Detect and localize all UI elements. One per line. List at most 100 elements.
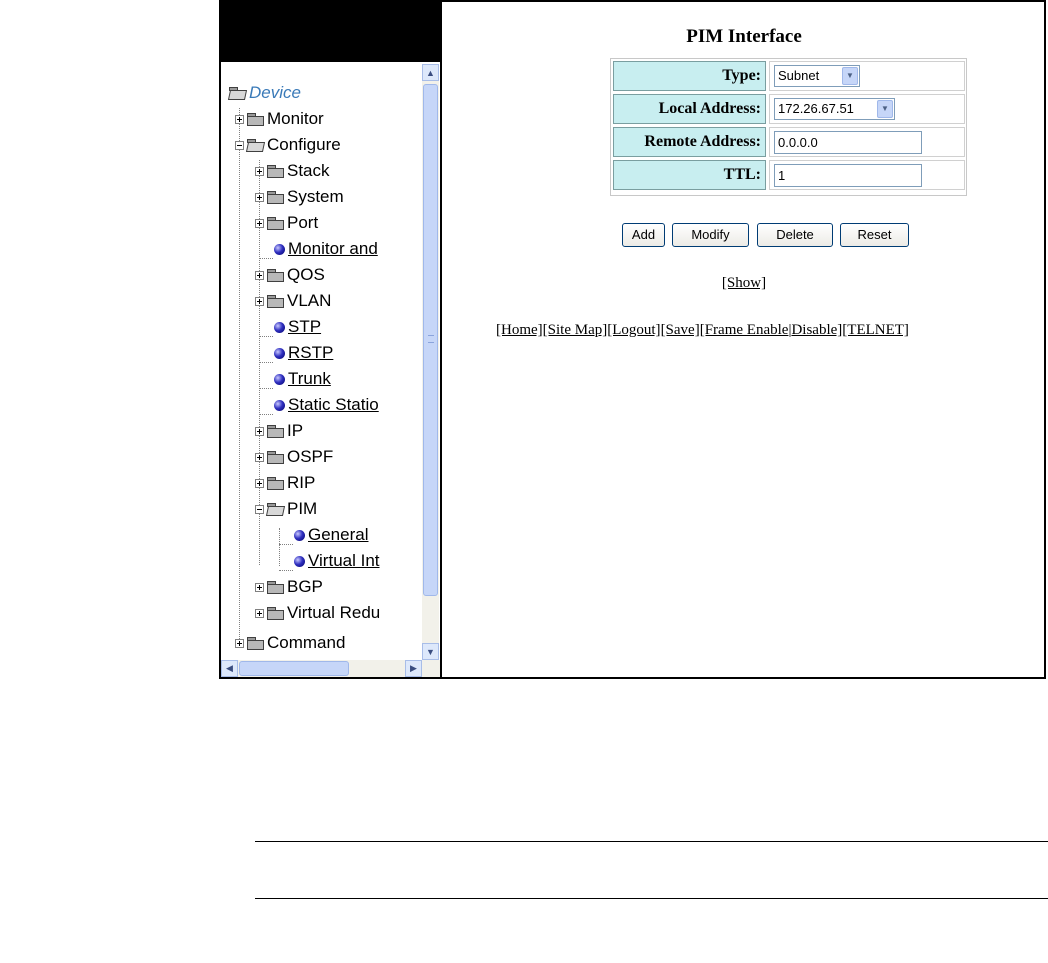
tree-node-ip[interactable]: IP <box>255 418 303 444</box>
tree-node-monitor-and[interactable]: Monitor and <box>273 236 378 262</box>
show-link[interactable]: [Show] <box>722 275 766 291</box>
expand-icon[interactable] <box>255 478 264 488</box>
remote-address-label: Remote Address: <box>613 127 766 157</box>
chevron-down-icon[interactable]: ▼ <box>877 100 893 118</box>
tree-node-label: RSTP <box>288 343 334 362</box>
bullet-icon <box>274 399 285 411</box>
local-address-select[interactable]: 172.26.67.51 ▼ <box>774 98 895 120</box>
tree-node-stp[interactable]: STP <box>273 314 321 340</box>
folder-icon <box>247 112 264 126</box>
tree-node-vlan[interactable]: VLAN <box>255 288 331 314</box>
tree-node-configure[interactable]: Configure <box>235 132 341 158</box>
tree-node-label: General <box>308 525 369 544</box>
expand-icon[interactable] <box>255 452 264 462</box>
tree-node-pim-virtual-interface[interactable]: Virtual Int <box>293 548 380 574</box>
folder-open-icon <box>267 502 284 516</box>
modify-button[interactable]: Modify <box>672 223 749 247</box>
tree-node-pim[interactable]: PIM <box>255 496 317 522</box>
expand-icon[interactable] <box>255 608 264 618</box>
tree-node-label: PIM <box>287 499 318 518</box>
tree-node-system[interactable]: System <box>255 184 344 210</box>
show-link-row: [Show] <box>444 275 1044 292</box>
tree-node-virtual-redundancy[interactable]: Virtual Redu <box>255 600 380 626</box>
logout-link[interactable]: [Logout] <box>607 322 660 338</box>
expand-icon[interactable] <box>255 166 264 176</box>
folder-icon <box>267 164 284 178</box>
type-cell: Subnet ▼ <box>769 61 965 91</box>
expand-icon[interactable] <box>255 426 264 436</box>
expand-icon[interactable] <box>255 218 264 228</box>
tree-node-label: VLAN <box>287 291 332 310</box>
ttl-label: TTL: <box>613 160 766 190</box>
delete-button[interactable]: Delete <box>757 223 833 247</box>
tree-node-label: Virtual Int <box>308 551 380 570</box>
expand-icon[interactable] <box>255 192 264 202</box>
local-address-cell: 172.26.67.51 ▼ <box>769 94 965 124</box>
ttl-cell: 1 <box>769 160 965 190</box>
frame-enable-link[interactable]: [Frame Enable <box>700 322 789 338</box>
scrollbar-corner <box>422 660 440 677</box>
expand-icon[interactable] <box>235 114 244 124</box>
tree-node-trunk[interactable]: Trunk <box>273 366 331 392</box>
ttl-input[interactable]: 1 <box>774 164 922 187</box>
type-select-value: Subnet <box>778 68 820 83</box>
tree-node-label: Configure <box>267 135 341 154</box>
tree-node-label: Port <box>287 213 319 232</box>
save-link[interactable]: [Save] <box>661 322 700 338</box>
collapse-icon[interactable] <box>235 140 244 150</box>
expand-icon[interactable] <box>255 270 264 280</box>
tree-node-label: Monitor <box>267 109 324 128</box>
local-address-label: Local Address: <box>613 94 766 124</box>
collapse-icon[interactable] <box>255 504 264 514</box>
tree-node-rstp[interactable]: RSTP <box>273 340 333 366</box>
chevron-down-icon[interactable]: ▼ <box>842 67 858 85</box>
tree-node-label: STP <box>288 317 322 336</box>
scroll-right-icon[interactable]: ▶ <box>405 660 422 677</box>
frame-disable-link[interactable]: Disable] <box>791 322 842 338</box>
remote-address-cell: 0.0.0.0 <box>769 127 965 157</box>
expand-icon[interactable] <box>255 296 264 306</box>
nav-panel: Device Monitor Configure Stack System Po… <box>221 2 442 677</box>
folder-icon <box>267 450 284 464</box>
type-select[interactable]: Subnet ▼ <box>774 65 860 87</box>
tree-node-pim-general[interactable]: General <box>293 522 368 548</box>
folder-icon <box>267 476 284 490</box>
folder-icon <box>267 294 284 308</box>
vertical-scrollbar[interactable]: ▲ ▼ <box>422 64 439 660</box>
folder-open-icon <box>247 138 264 152</box>
divider-line <box>255 898 1048 899</box>
tree-node-bgp[interactable]: BGP <box>255 574 323 600</box>
footer-links: [Home][Site Map][Logout][Save][Frame Ena… <box>496 322 909 339</box>
expand-icon[interactable] <box>235 638 244 648</box>
local-address-select-value: 172.26.67.51 <box>778 101 854 116</box>
tree-node-stack[interactable]: Stack <box>255 158 330 184</box>
tree-node-label: Device <box>249 83 301 102</box>
tree-node-qos[interactable]: QOS <box>255 262 325 288</box>
home-link[interactable]: [Home] <box>496 322 543 338</box>
tree-node-ospf[interactable]: OSPF <box>255 444 333 470</box>
vertical-scroll-thumb[interactable] <box>423 84 438 596</box>
tree-node-command[interactable]: Command <box>235 630 345 656</box>
tree-node-port[interactable]: Port <box>255 210 318 236</box>
add-button[interactable]: Add <box>622 223 665 247</box>
tree-node-device[interactable]: Device <box>229 80 301 106</box>
tree-node-static-station[interactable]: Static Statio <box>273 392 379 418</box>
remote-address-input[interactable]: 0.0.0.0 <box>774 131 922 154</box>
horizontal-scroll-thumb[interactable] <box>239 661 349 676</box>
reset-button[interactable]: Reset <box>840 223 909 247</box>
folder-icon <box>267 424 284 438</box>
site-map-link[interactable]: [Site Map] <box>543 322 608 338</box>
tree-node-rip[interactable]: RIP <box>255 470 315 496</box>
horizontal-scrollbar[interactable]: ◀ ▶ <box>221 660 422 677</box>
tree-node-monitor[interactable]: Monitor <box>235 106 324 132</box>
scroll-up-icon[interactable]: ▲ <box>422 64 439 81</box>
scroll-left-icon[interactable]: ◀ <box>221 660 238 677</box>
bullet-icon <box>294 555 305 567</box>
expand-icon[interactable] <box>255 582 264 592</box>
scroll-down-icon[interactable]: ▼ <box>422 643 439 660</box>
tree-node-label: Virtual Redu <box>287 603 381 622</box>
telnet-link[interactable]: [TELNET] <box>842 322 909 338</box>
bullet-icon <box>274 321 285 333</box>
tree-node-label: System <box>287 187 344 206</box>
folder-icon <box>247 636 264 650</box>
